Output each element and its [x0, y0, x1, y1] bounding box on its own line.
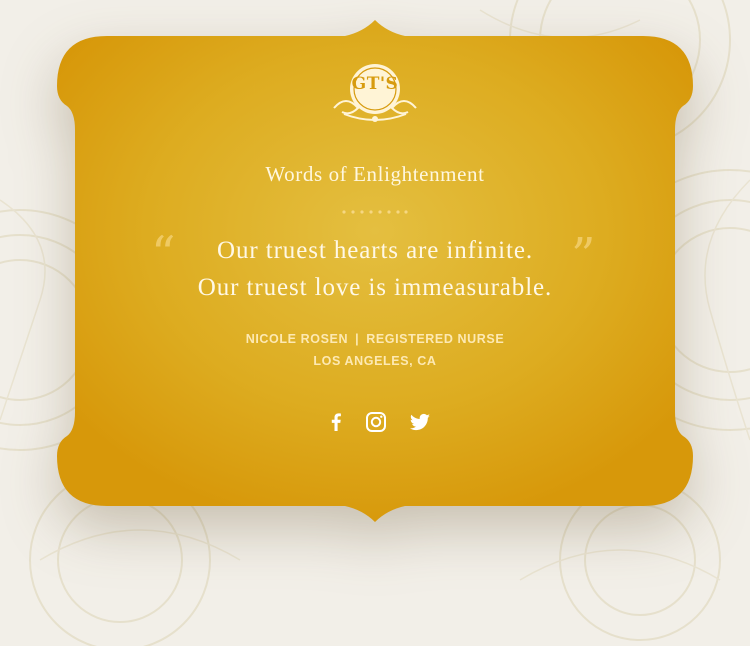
- dotted-divider: [342, 210, 408, 214]
- twitter-link[interactable]: [408, 410, 432, 434]
- logo-text: GT'S: [351, 74, 399, 94]
- twitter-icon: [409, 413, 430, 431]
- instagram-link[interactable]: [364, 410, 388, 434]
- quote-line-2: Our truest love is immeasurable.: [197, 274, 553, 301]
- quote-line-1: Our truest hearts are infinite.: [217, 237, 533, 264]
- attribution-name-role: NICOLE ROSEN | REGISTERED NURSE: [57, 332, 693, 346]
- instagram-icon: [366, 412, 386, 432]
- attribution-separator: |: [355, 332, 360, 346]
- facebook-link[interactable]: [324, 410, 348, 434]
- section-title: Words of Enlightenment: [265, 162, 485, 186]
- brand-logo[interactable]: GT'S: [324, 64, 426, 124]
- quote-card: GT'S Words of Enlightenment “ ” Our true…: [57, 20, 693, 522]
- attribution-role: REGISTERED NURSE: [366, 332, 505, 346]
- attribution-name: NICOLE ROSEN: [245, 332, 349, 346]
- facebook-icon: [331, 413, 341, 431]
- attribution-location: LOS ANGELES, CA: [313, 354, 437, 368]
